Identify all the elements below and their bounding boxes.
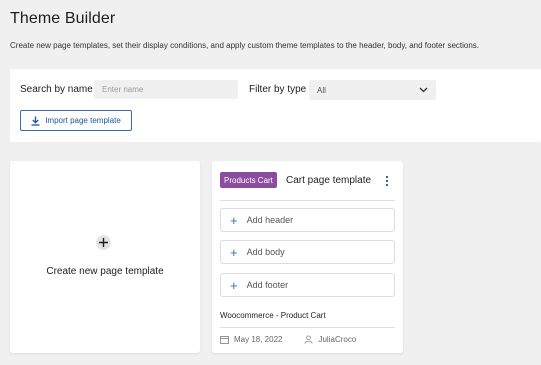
chevron-down-icon — [419, 87, 428, 93]
plus-icon: + — [230, 277, 238, 293]
divider — [220, 200, 395, 201]
page-title: Theme Builder — [10, 10, 116, 27]
template-type-badge: Products Cart — [220, 172, 277, 188]
import-template-label: Import page template — [45, 116, 121, 125]
import-template-button[interactable]: Import page template — [20, 110, 132, 131]
page-subtitle: Create new page templates, set their dis… — [10, 41, 480, 50]
search-input[interactable] — [94, 80, 238, 99]
add-body-label: Add body — [246, 247, 285, 257]
more-options-icon[interactable] — [384, 175, 390, 187]
calendar-icon — [220, 336, 229, 344]
type-filter-select[interactable]: All — [309, 80, 436, 100]
add-footer-button[interactable]: + Add footer — [220, 273, 395, 297]
template-card: Products Cart Cart page template + Add h… — [212, 161, 403, 353]
plus-icon: + — [230, 212, 238, 228]
add-header-button[interactable]: + Add header — [220, 208, 395, 232]
add-footer-label: Add footer — [246, 280, 289, 290]
template-date: May 18, 2022 — [234, 335, 283, 344]
template-title[interactable]: Cart page template — [286, 175, 371, 186]
search-label: Search by name — [20, 84, 93, 95]
divider — [220, 327, 395, 328]
template-source: Woocommerce - Product Cart — [220, 311, 326, 320]
filter-label: Filter by type — [249, 84, 307, 95]
filter-panel: Search by name Filter by type All Import… — [10, 69, 541, 142]
type-filter-value: All — [317, 85, 326, 95]
user-icon — [304, 335, 314, 344]
plus-icon: + — [230, 244, 238, 260]
template-meta: May 18, 2022 JuliaCroco — [220, 335, 356, 344]
plus-icon — [96, 235, 111, 250]
create-template-card[interactable]: Create new page template — [10, 161, 200, 353]
add-header-label: Add header — [246, 215, 294, 225]
download-icon — [31, 116, 40, 126]
create-template-label: Create new page template — [46, 266, 164, 277]
add-body-button[interactable]: + Add body — [220, 240, 395, 264]
template-author: JuliaCroco — [318, 335, 357, 344]
